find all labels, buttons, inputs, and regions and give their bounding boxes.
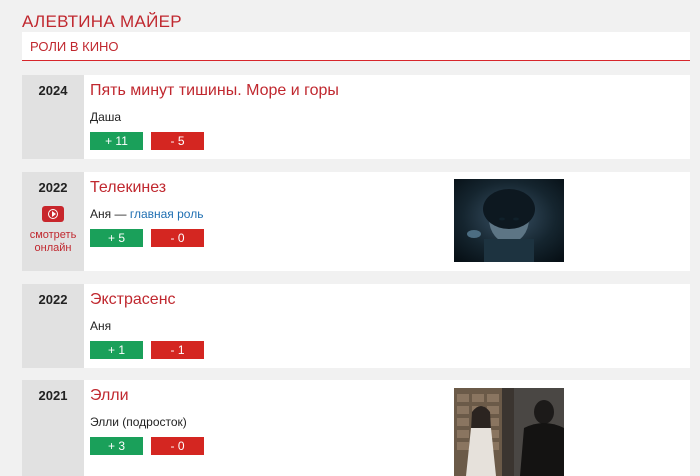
film-title-link[interactable]: Телекинез: [90, 179, 166, 197]
film-card: 2024 Пять минут тишины. Море и горы Даша…: [22, 75, 690, 159]
vote-down-button[interactable]: - 5: [151, 132, 204, 150]
film-year: 2024: [38, 83, 68, 98]
vote-down-button[interactable]: - 0: [151, 229, 204, 247]
year-column: 2022 смотреть онлайн: [22, 172, 84, 271]
role-name: Элли (подросток): [90, 415, 187, 429]
play-icon: [42, 206, 64, 222]
role-line: Аня — главная роль: [90, 207, 203, 221]
role-separator: —: [114, 207, 127, 221]
film-card: 2021 Элли Элли (подросток) + 3 - 0: [22, 380, 690, 476]
year-column: 2021: [22, 380, 84, 476]
vote-down-button[interactable]: - 1: [151, 341, 204, 359]
film-title-link[interactable]: Пять минут тишины. Море и горы: [90, 82, 339, 100]
vote-up-button[interactable]: + 1: [90, 341, 143, 359]
poster-image: [454, 179, 564, 262]
film-card: 2022 смотреть онлайн Телекинез Аня — гла…: [22, 172, 690, 271]
film-poster[interactable]: [454, 388, 564, 476]
vote-down-button[interactable]: - 0: [151, 437, 204, 455]
role-name: Даша: [90, 110, 122, 124]
film-title-link[interactable]: Элли: [90, 387, 129, 405]
film-poster[interactable]: [454, 179, 564, 262]
vote-up-button[interactable]: + 5: [90, 229, 143, 247]
film-year: 2021: [38, 388, 68, 403]
section-title: РОЛИ В КИНО: [30, 39, 119, 54]
film-card: 2022 Экстрасенс Аня + 1 - 1: [22, 284, 690, 368]
role-note-link[interactable]: главная роль: [130, 207, 204, 221]
watch-label: смотреть: [29, 229, 77, 241]
year-column: 2022: [22, 284, 84, 368]
vote-up-button[interactable]: + 11: [90, 132, 143, 150]
year-column: 2024: [22, 75, 84, 159]
watch-online-button[interactable]: смотреть онлайн: [22, 206, 84, 255]
role-name: Аня: [90, 319, 112, 333]
film-year: 2022: [38, 292, 68, 307]
vote-up-button[interactable]: + 3: [90, 437, 143, 455]
watch-label: онлайн: [34, 242, 72, 254]
role-name: Аня: [90, 207, 112, 221]
film-year: 2022: [38, 180, 68, 195]
poster-image: [454, 388, 564, 476]
film-title-link[interactable]: Экстрасенс: [90, 291, 176, 309]
section-header: РОЛИ В КИНО: [22, 32, 690, 61]
page-title: АЛЕВТИНА МАЙЕР: [22, 12, 182, 31]
